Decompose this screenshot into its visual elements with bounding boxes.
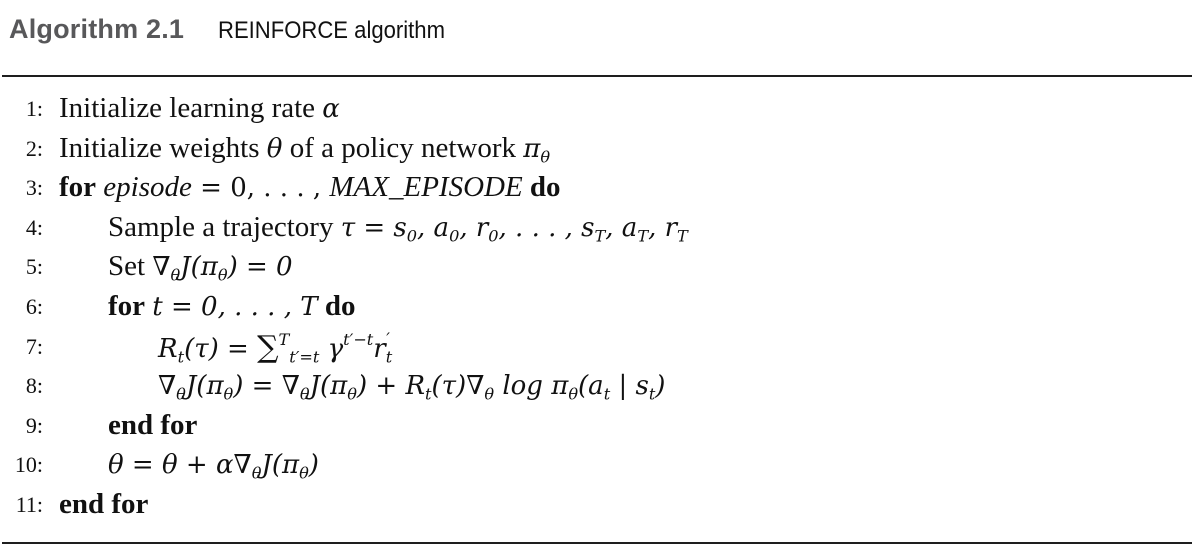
algorithm-line: 10: θ = θ + α∇θJ(πθ) — [0, 448, 1195, 488]
bottom-rule — [2, 542, 1192, 544]
math-theta: θ — [266, 133, 283, 164]
algorithm-line: 8: ∇θJ(πθ) = ∇θJ(πθ) + Rt(τ)∇θ log πθ(at… — [0, 369, 1195, 409]
line-number: 8: — [25, 373, 43, 399]
loop-range: = 0, . . . , — [191, 173, 330, 204]
line-number: 3: — [25, 175, 43, 201]
line-number: 11: — [15, 491, 43, 517]
line-number: 10: — [14, 452, 43, 478]
line-number: 7: — [25, 333, 43, 359]
algorithm-line: 2: Initialize weights θ of a policy netw… — [0, 132, 1195, 172]
line-number: 6: — [25, 293, 43, 319]
keyword-for: for — [108, 289, 146, 322]
algorithm-caption: Algorithm 2.1 REINFORCE algorithm — [9, 14, 465, 54]
keyword-for: for — [59, 171, 97, 204]
algorithm-line: 7: Rt(τ) = ∑Tt′=t γt′−trt′ — [0, 330, 1195, 370]
math-return: Rt(τ) = ∑Tt′=t γt′−trt′ — [158, 329, 393, 367]
line-text: Initialize learning rate — [59, 92, 316, 124]
line-text: of a policy network — [289, 131, 516, 164]
math-trajectory: τ = s0, a0, r0, . . . , sT, aT, rT — [340, 212, 688, 246]
line-number: 2: — [25, 135, 43, 161]
line-text: Set — [108, 250, 146, 283]
keyword-do: do — [324, 289, 356, 322]
algorithm-line: 1: Initialize learning rate α — [0, 92, 1195, 132]
loop-variable: episode — [103, 171, 192, 204]
line-number: 1: — [25, 96, 43, 121]
math-gradient-init: ∇θJ(πθ) = 0 — [152, 252, 293, 286]
algorithm-title: REINFORCE algorithm — [218, 17, 446, 44]
algorithm-body: 1: Initialize learning rate α 2: Initial… — [0, 92, 1195, 528]
math-pi: πθ — [523, 133, 551, 167]
algorithm-number: Algorithm 2.1 — [9, 14, 185, 44]
line-number: 5: — [25, 254, 43, 280]
algorithm-line: 3: for episode = 0, . . . , MAX_EPISODE … — [0, 171, 1195, 211]
algorithm-line: 5: Set ∇θJ(πθ) = 0 — [0, 250, 1195, 290]
algorithm-line: 11: end for — [0, 488, 1195, 528]
line-number: 4: — [25, 214, 43, 240]
math-alpha: α — [322, 94, 340, 124]
line-text: Sample a trajectory — [108, 210, 334, 243]
keyword-end-for: end for — [108, 408, 198, 441]
algorithm-line: 9: end for — [0, 409, 1195, 449]
line-number: 9: — [25, 412, 43, 438]
math-parameter-update: θ = θ + α∇θJ(πθ) — [108, 450, 319, 483]
math-inner-loop: t = 0, . . . , T — [152, 291, 318, 322]
algorithm-line: 4: Sample a trajectory τ = s0, a0, r0, .… — [0, 211, 1195, 251]
loop-bound: MAX_EPISODE — [329, 171, 523, 204]
keyword-do: do — [529, 171, 561, 204]
line-text: Initialize weights — [59, 131, 260, 164]
top-rule — [2, 75, 1192, 77]
keyword-end-for: end for — [59, 487, 149, 520]
math-gradient-update: ∇θJ(πθ) = ∇θJ(πθ) + Rt(τ)∇θ log πθ(at | … — [158, 371, 666, 404]
algorithm-line: 6: for t = 0, . . . , T do — [0, 290, 1195, 330]
